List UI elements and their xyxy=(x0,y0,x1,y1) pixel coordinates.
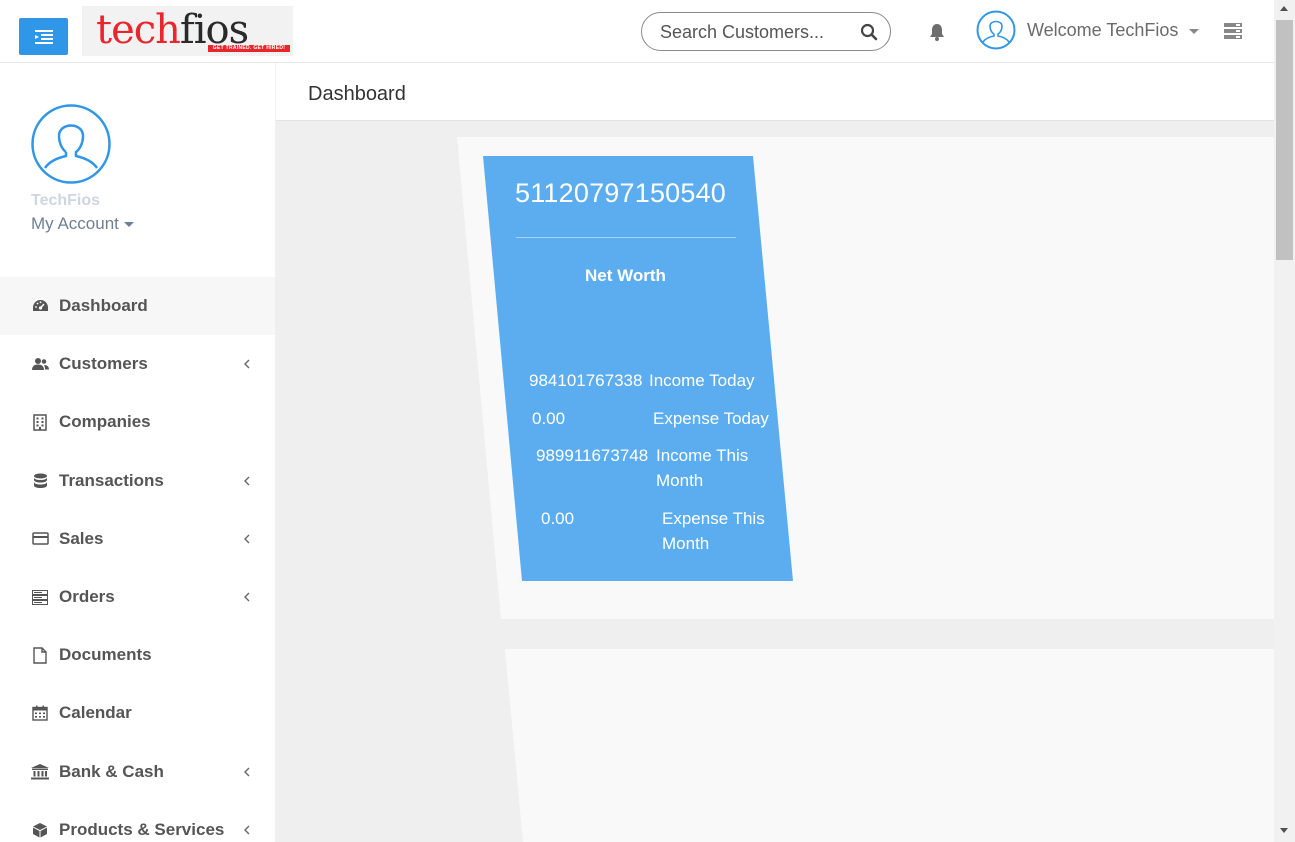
dashboard-icon xyxy=(31,297,49,315)
sidebar-item-label: Bank & Cash xyxy=(59,761,164,781)
calendar-icon xyxy=(31,704,49,722)
expense-month-label: Expense This Month xyxy=(662,509,765,553)
page-scrollbar[interactable] xyxy=(1274,0,1295,842)
net-worth-label: Net Worth xyxy=(585,266,666,285)
expense-today-label: Expense Today xyxy=(653,409,769,428)
search-box[interactable] xyxy=(641,12,891,51)
income-today-value: 984101767338 xyxy=(529,371,643,390)
welcome-user-menu[interactable]: Welcome TechFios xyxy=(1027,20,1178,41)
scroll-up-arrow-icon[interactable] xyxy=(1280,6,1288,11)
sidebar-item-bank-cash[interactable]: Bank & Cash xyxy=(0,743,275,801)
card-divider xyxy=(516,237,736,238)
chevron-left-icon xyxy=(244,359,250,369)
sidebar-item-label: Customers xyxy=(59,354,148,374)
sidebar-item-label: Orders xyxy=(59,587,115,607)
sidebar-item-label: Sales xyxy=(59,528,104,548)
database-icon xyxy=(31,472,49,490)
sidebar-item-label: Companies xyxy=(59,412,151,432)
income-month-value: 989911673748 xyxy=(536,446,649,465)
sidebar-item-label: Transactions xyxy=(59,470,164,490)
chevron-left-icon xyxy=(244,767,250,777)
logo-text-part1: tech xyxy=(96,7,181,53)
profile-avatar-icon[interactable] xyxy=(31,104,111,184)
chevron-left-icon xyxy=(244,534,250,544)
credit-card-icon xyxy=(31,530,49,548)
right-panel-toggle-icon[interactable] xyxy=(1224,23,1242,39)
sidebar-item-sales[interactable]: Sales xyxy=(0,510,275,568)
file-icon xyxy=(31,646,49,664)
bell-icon[interactable] xyxy=(927,22,947,42)
sidebar-item-companies[interactable]: Companies xyxy=(0,393,275,451)
expense-month-value: 0.00 xyxy=(541,509,575,528)
net-worth-value: 51120797150540 xyxy=(515,178,727,208)
sidebar-item-dashboard[interactable]: Dashboard xyxy=(0,277,275,336)
bank-icon xyxy=(31,763,49,781)
logo-tagline: GET TRAINED. GET HIRED! xyxy=(208,45,290,52)
page-title: Dashboard xyxy=(308,83,406,105)
page-header: Dashboard xyxy=(276,63,1274,121)
sidebar-item-transactions[interactable]: Transactions xyxy=(0,452,275,510)
scroll-down-arrow-icon[interactable] xyxy=(1280,828,1288,833)
scrollbar-thumb[interactable] xyxy=(1276,20,1293,260)
sidebar-item-customers[interactable]: Customers xyxy=(0,335,275,393)
sidebar-nav: Dashboard Customers Companies Transactio… xyxy=(0,277,275,842)
sidebar-item-label: Calendar xyxy=(59,703,132,723)
expense-today-value: 0.00 xyxy=(532,409,566,428)
sidebar-item-label: Dashboard xyxy=(59,296,148,316)
search-icon[interactable] xyxy=(860,23,878,41)
techfios-logo[interactable]: techfios GET TRAINED. GET HIRED! xyxy=(82,6,293,56)
menu-collapse-icon xyxy=(34,29,53,44)
net-worth-card: 51120797150540 Net Worth 984101767338 In… xyxy=(483,156,793,581)
my-account-label: My Account xyxy=(31,214,119,233)
sidebar-item-documents[interactable]: Documents xyxy=(0,626,275,684)
server-icon xyxy=(31,588,49,606)
profile-name: TechFios xyxy=(31,192,101,209)
sidebar: TechFios My Account Dashboard Customers … xyxy=(0,63,275,842)
chevron-left-icon xyxy=(244,592,250,602)
cube-icon xyxy=(31,821,49,839)
sidebar-item-products-services[interactable]: Products & Services xyxy=(0,801,275,842)
dashboard-panel-secondary xyxy=(505,649,1274,842)
sidebar-item-calendar[interactable]: Calendar xyxy=(0,684,275,742)
user-avatar-icon[interactable] xyxy=(976,10,1016,50)
chevron-down-icon[interactable] xyxy=(1189,29,1199,34)
sidebar-toggle-button[interactable] xyxy=(19,18,68,55)
sidebar-item-orders[interactable]: Orders xyxy=(0,568,275,626)
sidebar-item-label: Products & Services xyxy=(59,819,225,839)
my-account-dropdown[interactable]: My Account xyxy=(31,214,134,234)
search-input[interactable] xyxy=(660,21,840,43)
top-header: techfios GET TRAINED. GET HIRED! Welcome… xyxy=(0,0,1274,63)
caret-down-icon xyxy=(123,222,134,228)
chevron-left-icon xyxy=(244,825,250,835)
sidebar-item-label: Documents xyxy=(59,645,152,665)
income-month-label: Income This Month xyxy=(656,446,749,490)
users-icon xyxy=(31,355,49,373)
income-today-label: Income Today xyxy=(649,371,755,390)
chevron-left-icon xyxy=(244,476,250,486)
building-icon xyxy=(31,413,49,431)
